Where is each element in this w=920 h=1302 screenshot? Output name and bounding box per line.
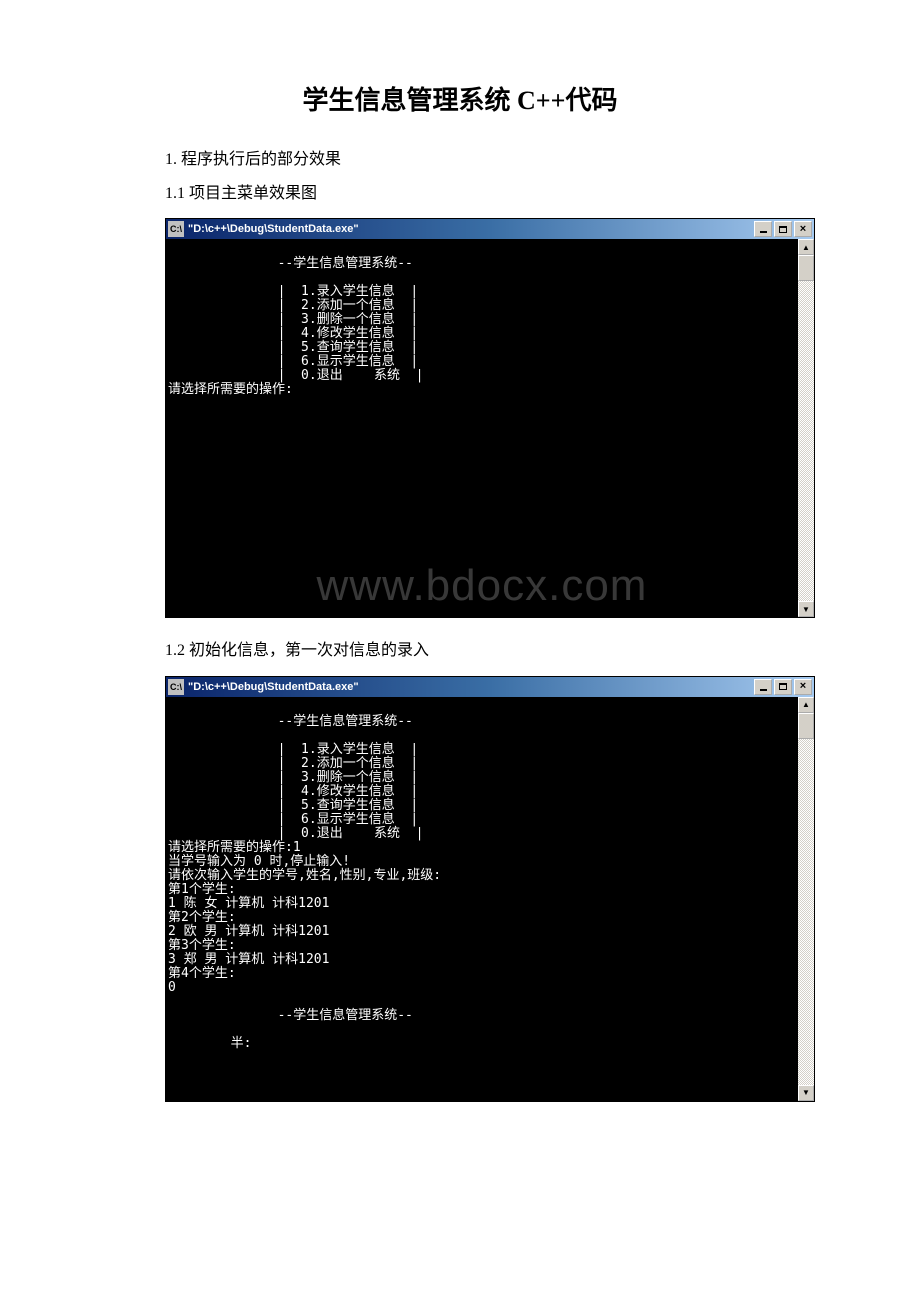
scroll-track[interactable] <box>798 255 814 601</box>
student-1-data: 1 陈 女 计算机 计科1201 <box>168 896 329 911</box>
vertical-scrollbar[interactable]: ▲ ▼ <box>798 239 814 617</box>
maximize-icon <box>779 226 787 233</box>
app-icon: C:\ <box>168 679 184 695</box>
section-1-1-heading: 1.1 项目主菜单效果图 <box>165 181 755 207</box>
menu-item-3: | 3.删除一个信息 | <box>168 770 418 785</box>
scroll-down-button[interactable]: ▼ <box>798 601 814 617</box>
scroll-thumb[interactable] <box>798 713 814 739</box>
section-1-heading: 1. 程序执行后的部分效果 <box>165 147 755 173</box>
input-hint-1: 当学号输入为 0 时,停止输入! <box>168 854 350 869</box>
window-title-text: "D:\c++\Debug\StudentData.exe" <box>188 681 754 693</box>
student-3-label: 第3个学生: <box>168 938 236 953</box>
menu-item-3: | 3.删除一个信息 | <box>168 312 418 327</box>
menu-item-1: | 1.录入学生信息 | <box>168 284 418 299</box>
document-page: 学生信息管理系统 C++代码 1. 程序执行后的部分效果 1.1 项目主菜单效果… <box>0 0 920 1162</box>
menu-item-0: | 0.退出 系统 | <box>168 826 424 841</box>
scroll-up-button[interactable]: ▲ <box>798 697 814 713</box>
maximize-icon <box>779 683 787 690</box>
window-buttons: × <box>754 221 812 237</box>
menu-item-6: | 6.显示学生信息 | <box>168 812 418 827</box>
minimize-icon <box>760 683 767 691</box>
prompt-selection: 请选择所需要的操作:1 <box>168 840 301 855</box>
minimize-icon <box>760 225 767 233</box>
console-header: --学生信息管理系统-- <box>168 714 413 729</box>
watermark-text: www.bdocx.com <box>317 579 648 593</box>
vertical-scrollbar[interactable]: ▲ ▼ <box>798 697 814 1101</box>
menu-item-2: | 2.添加一个信息 | <box>168 298 418 313</box>
maximize-button[interactable] <box>774 221 792 237</box>
menu-item-6: | 6.显示学生信息 | <box>168 354 418 369</box>
window-title-text: "D:\c++\Debug\StudentData.exe" <box>188 223 754 235</box>
menu-item-5: | 5.查询学生信息 | <box>168 798 418 813</box>
menu-item-2: | 2.添加一个信息 | <box>168 756 418 771</box>
student-3-data: 3 郑 男 计算机 计科1201 <box>168 952 329 967</box>
titlebar: C:\ "D:\c++\Debug\StudentData.exe" × <box>166 677 814 697</box>
close-button[interactable]: × <box>794 679 812 695</box>
student-2-data: 2 欧 男 计算机 计科1201 <box>168 924 329 939</box>
student-4-label: 第4个学生: <box>168 966 236 981</box>
maximize-button[interactable] <box>774 679 792 695</box>
menu-item-4: | 4.修改学生信息 | <box>168 326 418 341</box>
scroll-down-button[interactable]: ▼ <box>798 1085 814 1101</box>
console-output: --学生信息管理系统-- | 1.录入学生信息 | | 2.添加一个信息 | |… <box>166 239 798 617</box>
app-icon: C:\ <box>168 221 184 237</box>
menu-item-4: | 4.修改学生信息 | <box>168 784 418 799</box>
console-window-2: C:\ "D:\c++\Debug\StudentData.exe" × --学… <box>165 676 815 1102</box>
titlebar: C:\ "D:\c++\Debug\StudentData.exe" × <box>166 219 814 239</box>
student-1-label: 第1个学生: <box>168 882 236 897</box>
menu-item-1: | 1.录入学生信息 | <box>168 742 418 757</box>
close-button[interactable]: × <box>794 221 812 237</box>
console-body: --学生信息管理系统-- | 1.录入学生信息 | | 2.添加一个信息 | |… <box>166 239 814 617</box>
scroll-thumb[interactable] <box>798 255 814 281</box>
prompt-text: 请选择所需要的操作: <box>168 382 293 397</box>
scroll-track[interactable] <box>798 713 814 1085</box>
scroll-up-button[interactable]: ▲ <box>798 239 814 255</box>
menu-item-0: | 0.退出 系统 | <box>168 368 424 383</box>
minimize-button[interactable] <box>754 221 772 237</box>
menu-item-5: | 5.查询学生信息 | <box>168 340 418 355</box>
minimize-button[interactable] <box>754 679 772 695</box>
document-title: 学生信息管理系统 C++代码 <box>165 80 755 117</box>
input-hint-2: 请依次输入学生的学号,姓名,性别,专业,班级: <box>168 868 441 883</box>
partial-line: 半: <box>168 1036 251 1051</box>
window-buttons: × <box>754 679 812 695</box>
student-2-label: 第2个学生: <box>168 910 236 925</box>
student-4-data: 0 <box>168 980 176 995</box>
section-1-2-heading: 1.2 初始化信息，第一次对信息的录入 <box>165 638 755 664</box>
console-output: --学生信息管理系统-- | 1.录入学生信息 | | 2.添加一个信息 | |… <box>166 697 798 1101</box>
console-footer: --学生信息管理系统-- <box>168 1008 413 1023</box>
console-header: --学生信息管理系统-- <box>168 256 413 271</box>
console-window-1: C:\ "D:\c++\Debug\StudentData.exe" × --学… <box>165 218 815 618</box>
console-body: --学生信息管理系统-- | 1.录入学生信息 | | 2.添加一个信息 | |… <box>166 697 814 1101</box>
